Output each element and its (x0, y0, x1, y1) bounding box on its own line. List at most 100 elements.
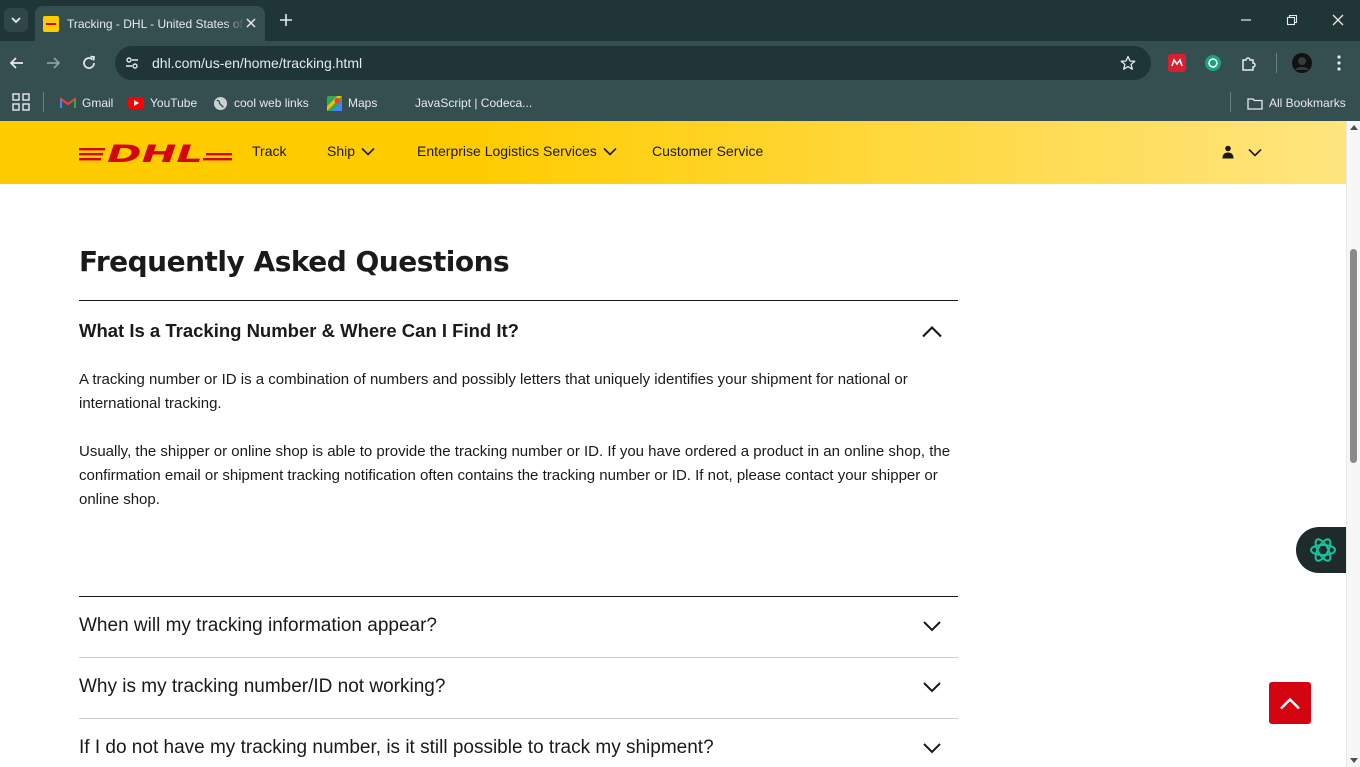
folder-icon (1247, 95, 1263, 111)
reload-icon (83, 55, 95, 69)
nav-ship[interactable]: Ship (327, 143, 375, 159)
back-button[interactable] (5, 51, 29, 75)
faq-question: Why is my tracking number/ID not working… (79, 676, 446, 697)
reload-button[interactable] (77, 51, 101, 75)
mendeley-extension-icon (1168, 54, 1186, 72)
restore-icon (1286, 14, 1298, 26)
bookmarks-divider (1230, 92, 1231, 112)
user-icon (1222, 145, 1234, 159)
faq-divider (79, 657, 958, 658)
faq-item-when-info-appears[interactable]: When will my tracking information appear… (79, 611, 958, 641)
minimize-icon (1241, 19, 1251, 21)
all-bookmarks-label: All Bookmarks (1269, 96, 1346, 110)
dhl-logo[interactable]: DHL (79, 141, 232, 165)
tab-search-button[interactable] (4, 8, 28, 32)
faq-divider (79, 718, 958, 719)
bookmarks-bar: Gmail YouTube cool web links Maps JavaSc… (0, 85, 1360, 121)
bookmark-maps[interactable]: Maps (326, 92, 377, 114)
forward-button[interactable] (41, 51, 65, 75)
nav-track[interactable]: Track (252, 143, 286, 159)
chatgpt-extension-icon (1205, 55, 1221, 71)
scroll-down-arrow-icon[interactable] (1350, 758, 1358, 763)
tab-title: Tracking - DHL - United States of Americ… (67, 16, 245, 31)
restore-button[interactable] (1282, 10, 1302, 30)
faq-divider (79, 596, 958, 597)
faq-question: When will my tracking information appear… (79, 615, 437, 636)
close-tab-button[interactable] (243, 15, 259, 31)
blank-page-icon (393, 95, 409, 111)
nav-label: Customer Service (652, 143, 764, 159)
all-bookmarks-button[interactable]: All Bookmarks (1247, 92, 1346, 114)
bookmark-gmail[interactable]: Gmail (60, 92, 113, 114)
toolbar-divider (1276, 53, 1277, 73)
nav-enterprise-logistics[interactable]: Enterprise Logistics Services (417, 143, 617, 159)
page-viewport: DHL Track Ship Enterprise Logistics Serv… (0, 121, 1346, 767)
faq-question: What Is a Tracking Number & Where Can I … (79, 320, 519, 341)
avatar (1292, 53, 1312, 73)
logo-text: DHL (107, 141, 203, 165)
chevron-down-icon (919, 674, 945, 700)
chevron-down-icon (919, 613, 945, 639)
faq-answer-paragraph: Usually, the shipper or online shop is a… (79, 443, 951, 508)
faq-item-tracking-number[interactable]: What Is a Tracking Number & Where Can I … (79, 316, 958, 346)
youtube-icon (128, 95, 144, 111)
nav-label: Enterprise Logistics Services (417, 143, 597, 159)
bookmark-youtube[interactable]: YouTube (128, 92, 197, 114)
nav-customer-service[interactable]: Customer Service (652, 143, 763, 159)
arrow-left-icon (9, 57, 23, 69)
address-bar[interactable]: dhl.com/us-en/home/tracking.html (115, 46, 1151, 80)
profile-button[interactable] (1292, 53, 1312, 73)
chevron-down-icon (361, 147, 375, 156)
chevron-up-icon (919, 318, 945, 344)
bookmark-label: cool web links (234, 96, 309, 110)
nav-label: Track (252, 143, 287, 159)
openai-icon (1310, 538, 1336, 562)
bookmark-label: JavaScript | Codeca... (415, 96, 533, 110)
browser-toolbar: dhl.com/us-en/home/tracking.html (0, 41, 1360, 85)
puzzle-icon (1242, 57, 1256, 71)
site-info-button[interactable] (122, 53, 142, 73)
arrow-right-icon (47, 57, 61, 69)
more-vertical-icon (1337, 55, 1341, 71)
apps-grid-icon[interactable] (12, 93, 30, 111)
browser-menu-button[interactable] (1329, 53, 1349, 73)
page-scrollbar[interactable] (1346, 121, 1360, 767)
close-icon (246, 18, 256, 28)
extension-mendeley-button[interactable] (1167, 53, 1187, 73)
extension-chatgpt-button[interactable] (1203, 53, 1223, 73)
chevron-up-icon (1280, 697, 1300, 709)
faq-question: If I do not have my tracking number, is … (79, 737, 714, 758)
faq-item-no-tracking-number[interactable]: If I do not have my tracking number, is … (79, 733, 958, 763)
tune-icon (126, 57, 138, 69)
star-icon (1120, 55, 1136, 70)
bookmark-cool-web-links[interactable]: cool web links (212, 92, 309, 114)
chevron-down-icon (603, 147, 617, 156)
chevron-down-icon (1248, 148, 1262, 157)
extensions-button[interactable] (1239, 53, 1259, 73)
minimize-button[interactable] (1236, 10, 1256, 30)
gmail-icon (60, 95, 76, 111)
new-tab-button[interactable] (276, 10, 296, 30)
maps-icon (326, 95, 342, 111)
bookmark-javascript-codecademy[interactable]: JavaScript | Codeca... (393, 92, 532, 114)
scrollbar-thumb[interactable] (1350, 249, 1357, 463)
faq-heading: Frequently Asked Questions (79, 245, 510, 278)
faq-item-number-not-working[interactable]: Why is my tracking number/ID not working… (79, 672, 958, 702)
dhl-favicon-icon (43, 15, 59, 32)
ai-assistant-button[interactable] (1296, 527, 1346, 573)
bookmark-star-button[interactable] (1119, 54, 1137, 72)
url-text: dhl.com/us-en/home/tracking.html (152, 55, 363, 71)
nav-label: Ship (327, 143, 356, 159)
active-tab[interactable]: Tracking - DHL - United States of Americ… (35, 6, 265, 41)
site-header: DHL Track Ship Enterprise Logistics Serv… (0, 121, 1346, 184)
back-to-top-button[interactable] (1269, 682, 1311, 724)
close-icon (1332, 14, 1344, 26)
bookmark-label: YouTube (150, 96, 198, 110)
chevron-down-icon (919, 735, 945, 761)
close-window-button[interactable] (1328, 10, 1348, 30)
user-account-menu[interactable] (1222, 143, 1262, 161)
plus-icon (280, 14, 292, 26)
scroll-up-arrow-icon[interactable] (1350, 125, 1358, 130)
bookmarks-divider (43, 92, 44, 112)
bookmark-label: Maps (348, 96, 378, 110)
